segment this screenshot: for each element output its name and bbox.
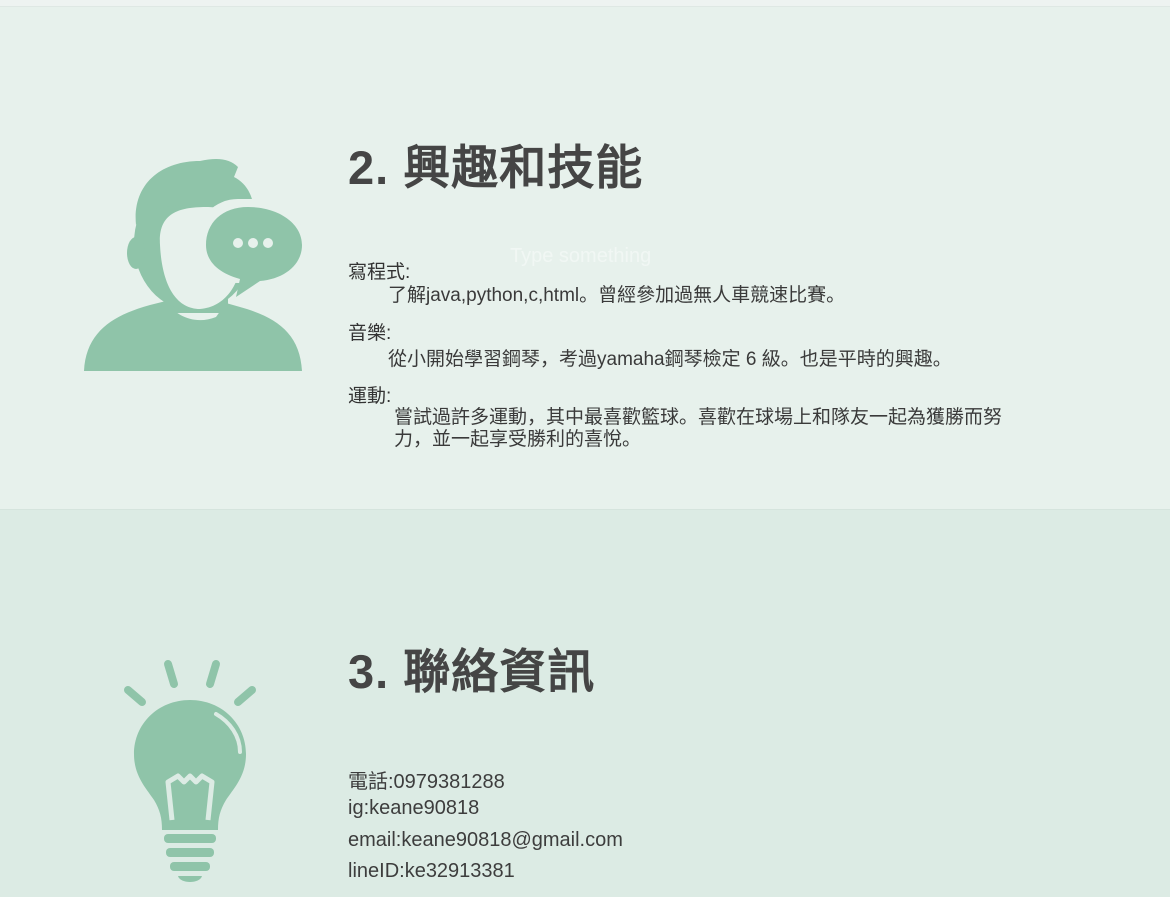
skills-section: 2. 興趣和技能 Type something 寫程式: 了解java,pyth… — [0, 7, 1170, 510]
lightbulb-icon — [120, 658, 260, 888]
text-placeholder: Type something — [510, 245, 652, 267]
skill-label-sports: 運動: — [348, 386, 392, 407]
skill-desc-sports-line1: 嘗試過許多運動，其中最喜歡籃球。喜歡在球場上和隊友一起為獲勝而努 — [394, 407, 1003, 428]
skill-desc-sports-line2: 力，並一起享受勝利的喜悅。 — [394, 429, 642, 450]
skill-label-music: 音樂: — [348, 323, 392, 344]
top-divider — [0, 0, 1170, 7]
skills-title: 2. 興趣和技能 — [348, 141, 644, 194]
contact-email[interactable]: email:keane90818@gmail.com — [348, 829, 623, 852]
contact-instagram[interactable]: ig:keane90818 — [348, 797, 479, 820]
person-chat-icon — [80, 155, 306, 375]
contact-line-id: lineID:ke32913381 — [348, 860, 515, 882]
contact-title: 3. 聯絡資訊 — [348, 645, 596, 698]
skill-desc-music: 從小開始學習鋼琴，考過yamaha鋼琴檢定 6 級。也是平時的興趣。 — [388, 349, 952, 370]
contact-section: 3. 聯絡資訊 電話:0979381288 ig:keane90818 emai… — [0, 510, 1170, 897]
skill-label-coding: 寫程式: — [348, 262, 411, 283]
contact-phone: 電話:0979381288 — [348, 771, 505, 793]
skill-desc-coding: 了解java,python,c,html。曾經參加過無人車競速比賽。 — [388, 285, 846, 306]
